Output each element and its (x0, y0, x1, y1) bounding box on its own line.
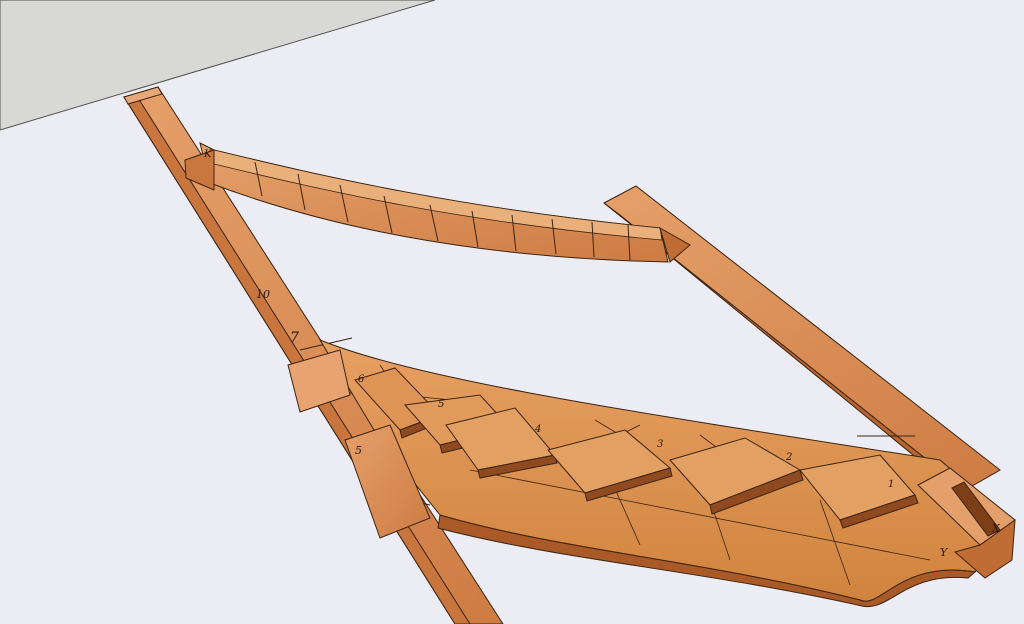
mark-step-2: 2 (785, 452, 792, 463)
mark-post-left-lower: 5 (355, 444, 362, 457)
wall-plane (0, 0, 436, 131)
mark-step-6: 6 (358, 374, 365, 385)
mark-post-left-upper: 10 (256, 288, 270, 301)
left-post[interactable] (122, 86, 504, 624)
mark-step-1: 1 (888, 479, 894, 490)
mark-upper-rail-end: K (203, 149, 212, 160)
mark-step-5: 5 (438, 399, 444, 410)
mark-step-4: 4 (534, 424, 541, 435)
3d-viewport[interactable]: 10 7 5 6 5 4 3 2 1 Y X K (0, 0, 1024, 624)
mark-step-3: 3 (657, 439, 663, 450)
mark-right-cap: X (991, 522, 1001, 535)
mark-post-left-seven: 7 (290, 330, 299, 346)
